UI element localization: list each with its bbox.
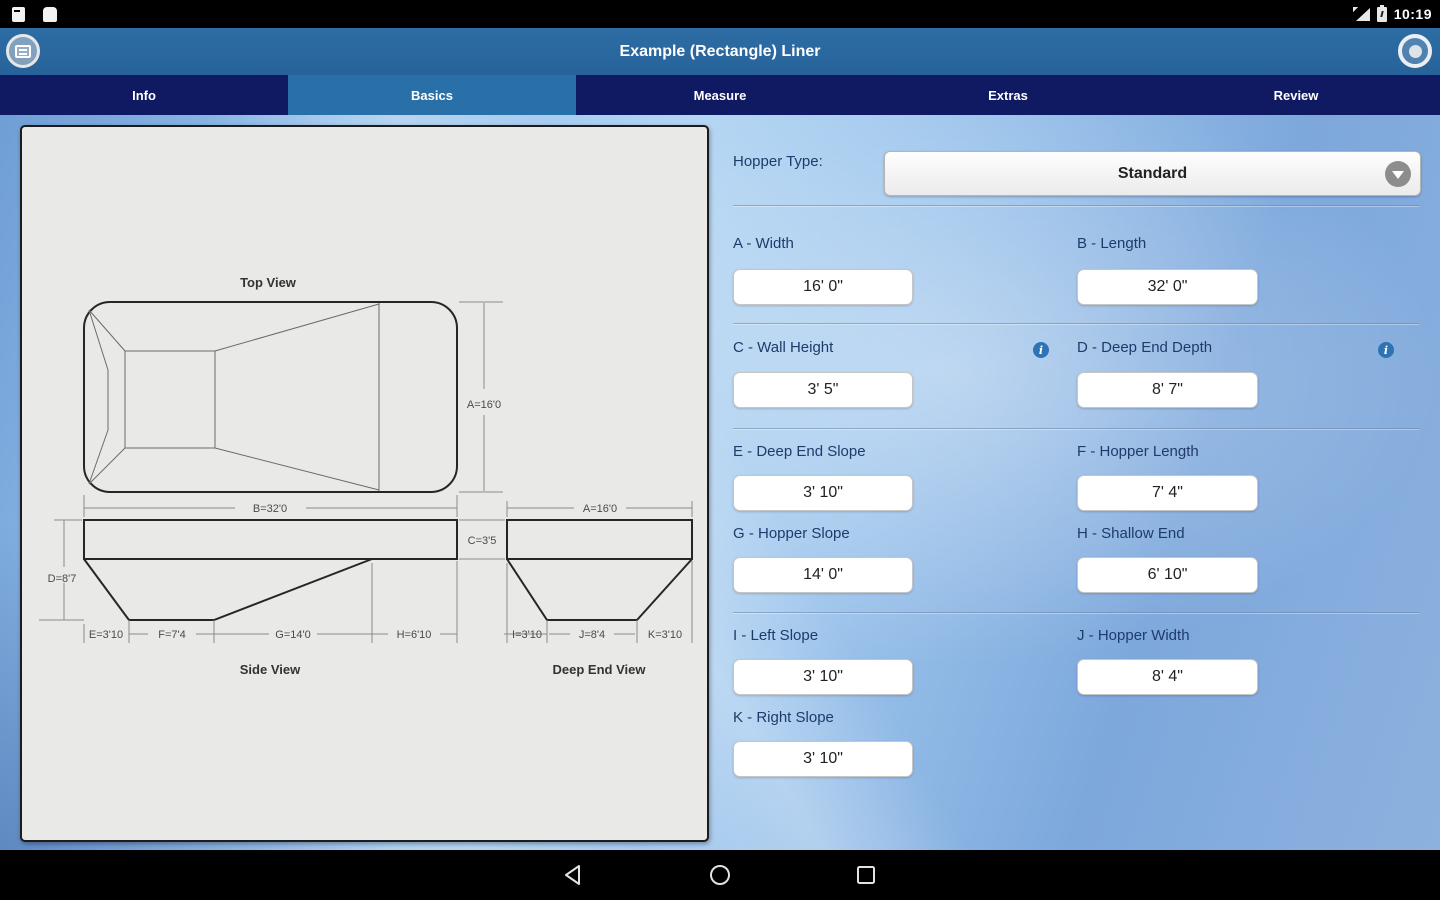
home-button[interactable] [707, 862, 733, 888]
divider [733, 612, 1419, 613]
field-A-input[interactable]: 16' 0" [733, 269, 913, 305]
android-nav-bar [0, 850, 1440, 900]
field-F-label: F - Hopper Length [1077, 443, 1199, 460]
dim-F-label: F=7'4 [158, 629, 185, 641]
field-G-label: G - Hopper Slope [733, 525, 850, 542]
recents-button[interactable] [853, 862, 879, 888]
back-button[interactable] [561, 862, 587, 888]
menu-list-button[interactable] [6, 34, 40, 68]
tab-basics[interactable]: Basics [288, 75, 576, 115]
field-E-input[interactable]: 3' 10" [733, 475, 913, 511]
field-I-input[interactable]: 3' 10" [733, 659, 913, 695]
field-G-value: 14' 0" [803, 566, 843, 583]
field-H-input[interactable]: 6' 10" [1077, 557, 1258, 593]
tab-extras[interactable]: Extras [864, 75, 1152, 115]
divider [733, 205, 1419, 206]
dim-A-label: A=16'0 [467, 399, 501, 411]
battery-icon [1376, 4, 1387, 22]
field-B-label: B - Length [1077, 235, 1147, 252]
recents-icon [857, 866, 875, 884]
field-J-label: J - Hopper Width [1077, 627, 1190, 644]
field-B-value: 32' 0" [1147, 278, 1188, 295]
app-header: Example (Rectangle) Liner [0, 28, 1440, 75]
content-area: Top View A=16'0 B=32'0 D=8'7 C=3'5 E=3'1… [0, 115, 1440, 850]
signal-icon [1352, 6, 1370, 22]
info-icon[interactable]: i [1033, 342, 1049, 358]
field-I-value: 3' 10" [803, 668, 843, 685]
field-H-value: 6' 10" [1147, 566, 1188, 583]
android-screen: 10:19 Example (Rectangle) Liner Info Bas… [0, 0, 1440, 900]
basics-form: Hopper Type: Standard A - Width B - Leng… [733, 115, 1421, 850]
status-bar: 10:19 [0, 0, 1440, 28]
divider [733, 323, 1419, 324]
tab-bar: Info Basics Measure Extras Review [0, 75, 1440, 115]
pool-diagram-panel: Top View A=16'0 B=32'0 D=8'7 C=3'5 E=3'1… [20, 125, 709, 842]
dim-C-label: C=3'5 [468, 535, 497, 547]
field-H-label: H - Shallow End [1077, 525, 1185, 542]
field-F-input[interactable]: 7' 4" [1077, 475, 1258, 511]
home-icon [710, 865, 730, 885]
dim-H-label: H=6'10 [397, 629, 432, 641]
field-D-label: D - Deep End Depth [1077, 339, 1213, 356]
dim-K-label: K=3'10 [648, 629, 682, 641]
pool-diagram: Top View A=16'0 B=32'0 D=8'7 C=3'5 E=3'1… [39, 275, 693, 677]
notification-icon [43, 6, 57, 22]
field-D-input[interactable]: 8' 7" [1077, 372, 1258, 408]
dim-D-label: D=8'7 [48, 573, 77, 585]
field-I-label: I - Left Slope [733, 627, 819, 644]
dim-I-label: I=3'10 [512, 629, 542, 641]
deep-end-view-title: Deep End View [553, 662, 647, 677]
field-K-input[interactable]: 3' 10" [733, 741, 913, 777]
field-J-value: 8' 4" [1152, 668, 1183, 685]
list-menu-icon [15, 44, 31, 58]
field-A-label: A - Width [733, 235, 794, 252]
dim-B-label: B=32'0 [253, 503, 287, 515]
info-circle-icon [1408, 44, 1422, 58]
field-C-label: C - Wall Height [733, 339, 834, 356]
back-icon [565, 865, 580, 885]
field-A-value: 16' 0" [803, 278, 843, 295]
tab-measure[interactable]: Measure [576, 75, 864, 115]
field-K-value: 3' 10" [803, 750, 843, 767]
clock: 10:19 [1393, 6, 1432, 22]
field-D-value: 8' 7" [1152, 381, 1183, 398]
hopper-type-value: Standard [1117, 164, 1188, 182]
field-G-input[interactable]: 14' 0" [733, 557, 913, 593]
info-button[interactable] [1398, 34, 1432, 68]
field-E-value: 3' 10" [803, 484, 843, 501]
tab-review[interactable]: Review [1152, 75, 1440, 115]
top-view-title: Top View [240, 275, 297, 290]
dim-E-label: E=3'10 [89, 629, 123, 641]
field-K-label: K - Right Slope [733, 709, 834, 726]
field-C-value: 3' 5" [807, 381, 839, 398]
notification-icon [12, 6, 25, 22]
field-J-input[interactable]: 8' 4" [1077, 659, 1258, 695]
page-title: Example (Rectangle) Liner [619, 42, 821, 60]
dim-A2-label: A=16'0 [583, 503, 617, 515]
dim-J-label: J=8'4 [579, 629, 605, 641]
info-icon[interactable]: i [1378, 342, 1394, 358]
chevron-down-icon [1385, 161, 1411, 187]
tab-info[interactable]: Info [0, 75, 288, 115]
divider [733, 428, 1419, 429]
field-F-value: 7' 4" [1152, 484, 1183, 501]
dim-G-label: G=14'0 [275, 629, 310, 641]
field-E-label: E - Deep End Slope [733, 443, 866, 460]
field-C-input[interactable]: 3' 5" [733, 372, 913, 408]
hopper-type-label: Hopper Type: [733, 153, 823, 170]
field-B-input[interactable]: 32' 0" [1077, 269, 1258, 305]
side-view-title: Side View [240, 662, 301, 677]
hopper-type-select[interactable]: Standard [884, 151, 1421, 196]
